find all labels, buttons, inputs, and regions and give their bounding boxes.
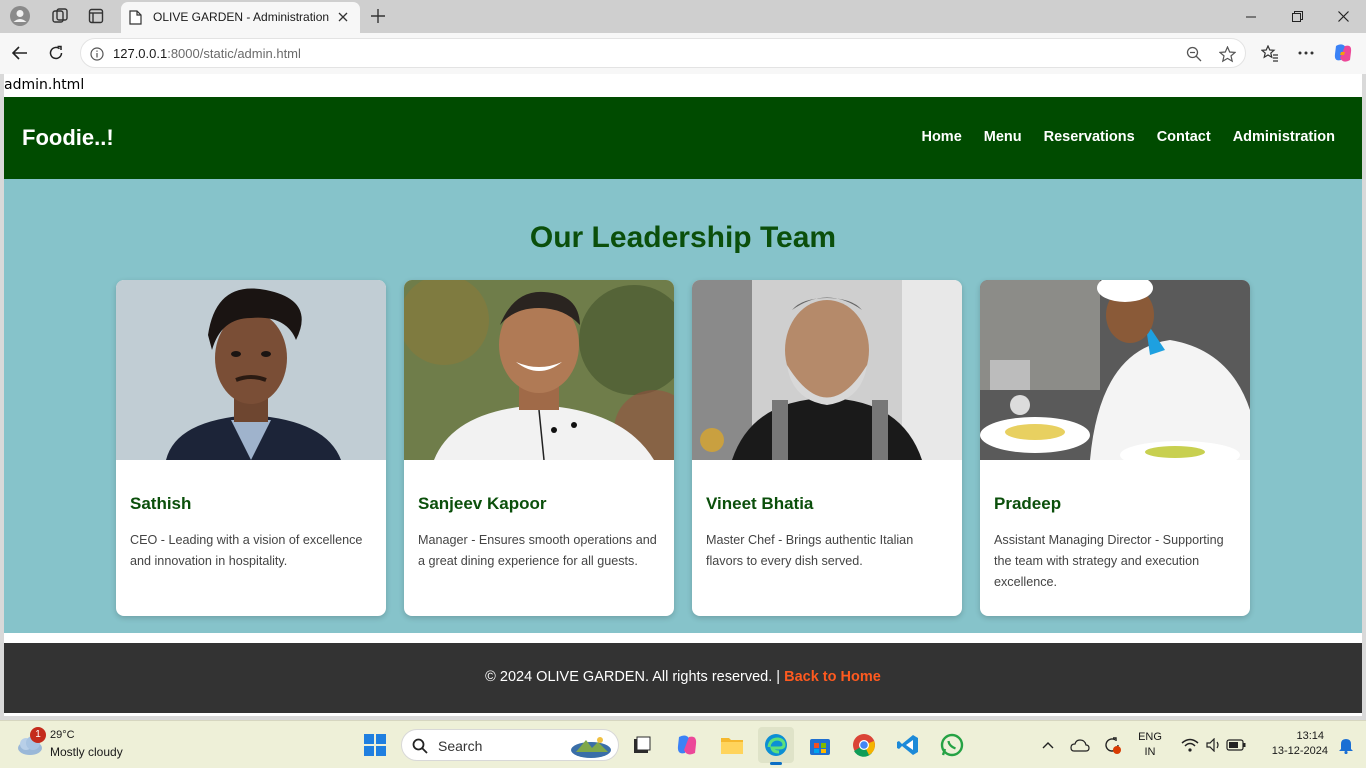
team-member-name: Vineet Bhatia xyxy=(706,494,814,513)
team-member-photo xyxy=(692,280,962,460)
notifications-bell-icon[interactable] xyxy=(1328,727,1364,763)
search-icon xyxy=(412,738,428,759)
site-header: Foodie..! Home Menu Reservations Contact… xyxy=(4,97,1362,179)
nav-link-menu[interactable]: Menu xyxy=(984,129,1022,145)
team-member-photo xyxy=(980,280,1250,460)
favorite-star-icon[interactable] xyxy=(1216,43,1238,65)
back-to-home-link[interactable]: Back to Home xyxy=(784,669,881,685)
team-member-photo xyxy=(404,280,674,460)
more-options-icon[interactable] xyxy=(1291,39,1321,67)
store-icon[interactable] xyxy=(802,727,838,763)
address-bar-row: 127.0.0.1:8000/static/admin.html xyxy=(0,33,1366,74)
team-member-description: Master Chef - Brings authentic Italian f… xyxy=(706,533,914,568)
team-member-description: CEO - Leading with a vision of excellenc… xyxy=(130,533,363,568)
search-highlight-icon xyxy=(570,734,612,763)
nav-link-contact[interactable]: Contact xyxy=(1157,129,1211,145)
whatsapp-icon[interactable] xyxy=(934,727,970,763)
vscode-icon[interactable] xyxy=(890,727,926,763)
minimize-icon[interactable] xyxy=(1228,0,1274,33)
weather-condition: Mostly cloudy xyxy=(50,745,123,759)
team-card: Vineet Bhatia Master Chef - Brings authe… xyxy=(692,280,962,616)
weather-widget[interactable]: 1 29°C Mostly cloudy xyxy=(14,727,154,762)
team-card: Pradeep Assistant Managing Director - Su… xyxy=(980,280,1250,616)
copilot-icon[interactable] xyxy=(1328,39,1358,67)
active-tab[interactable]: OLIVE GARDEN - Administration xyxy=(121,2,360,33)
team-member-name: Sanjeev Kapoor xyxy=(418,494,547,513)
sync-update-icon[interactable] xyxy=(1094,727,1130,763)
restore-icon[interactable] xyxy=(1274,0,1320,33)
tab-actions-icon[interactable] xyxy=(82,4,110,28)
team-member-description: Manager - Ensures smooth operations and … xyxy=(418,533,657,568)
nav-link-home[interactable]: Home xyxy=(921,129,961,145)
back-arrow-icon[interactable] xyxy=(5,39,35,67)
notification-badge: 1 xyxy=(30,727,46,743)
reload-icon[interactable] xyxy=(41,39,71,67)
workspaces-icon[interactable] xyxy=(46,4,74,28)
team-member-photo xyxy=(116,280,386,460)
zoom-out-icon[interactable] xyxy=(1183,43,1205,65)
weather-temperature: 29°C xyxy=(50,729,75,741)
browser-tab-bar: OLIVE GARDEN - Administration xyxy=(0,0,1366,33)
file-viewer-icon[interactable] xyxy=(624,727,660,763)
windows-start-icon[interactable] xyxy=(357,727,393,763)
copilot-app-icon[interactable] xyxy=(669,727,705,763)
url-text: 127.0.0.1:8000/static/admin.html xyxy=(113,46,301,61)
favorites-icon[interactable] xyxy=(1255,39,1285,67)
team-member-name: Pradeep xyxy=(994,494,1062,513)
site-info-icon[interactable] xyxy=(86,43,108,65)
new-tab-icon[interactable] xyxy=(364,4,392,28)
taskbar-search-input[interactable]: Search xyxy=(401,729,619,761)
edge-browser-icon[interactable] xyxy=(758,727,794,765)
address-field[interactable]: 127.0.0.1:8000/static/admin.html xyxy=(80,38,1246,68)
close-window-icon[interactable] xyxy=(1320,0,1366,33)
team-member-name: Sathish xyxy=(130,494,192,513)
footer-text: © 2024 OLIVE GARDEN. All rights reserved… xyxy=(485,669,881,685)
page-icon xyxy=(129,10,142,30)
taskbar: 1 29°C Mostly cloudy Search ENG IN 13:14… xyxy=(0,720,1366,768)
main-navigation: Home Menu Reservations Contact Administr… xyxy=(921,129,1335,145)
close-tab-icon[interactable] xyxy=(334,8,352,26)
brand-logo-text[interactable]: Foodie..! xyxy=(22,125,114,151)
nav-link-reservations[interactable]: Reservations xyxy=(1044,129,1135,145)
team-card: Sathish CEO - Leading with a vision of e… xyxy=(116,280,386,616)
chrome-icon[interactable] xyxy=(846,727,882,763)
section-title: Our Leadership Team xyxy=(529,221,837,254)
show-hidden-icons-chevron-icon[interactable] xyxy=(1030,727,1066,763)
profile-icon[interactable] xyxy=(6,4,34,28)
site-footer: © 2024 OLIVE GARDEN. All rights reserved… xyxy=(4,643,1362,713)
leadership-section: Our Leadership Team Sathish CEO - Leadin… xyxy=(4,179,1362,633)
tab-title: OLIVE GARDEN - Administration xyxy=(153,10,330,24)
team-card: Sanjeev Kapoor Manager - Ensures smooth … xyxy=(404,280,674,616)
search-label: Search xyxy=(438,738,483,754)
team-member-description: Assistant Managing Director - Supporting… xyxy=(994,533,1224,589)
file-label: admin.html xyxy=(4,77,85,93)
file-explorer-icon[interactable] xyxy=(714,727,750,763)
clock[interactable]: 13:14 13-12-2024 xyxy=(1256,730,1328,757)
battery-icon[interactable] xyxy=(1218,727,1254,763)
page-viewport: admin.html Foodie..! Home Menu Reservati… xyxy=(4,74,1362,716)
language-indicator[interactable]: ENG IN xyxy=(1134,731,1166,758)
nav-link-administration[interactable]: Administration xyxy=(1233,129,1335,145)
onedrive-cloud-icon[interactable] xyxy=(1062,727,1098,763)
